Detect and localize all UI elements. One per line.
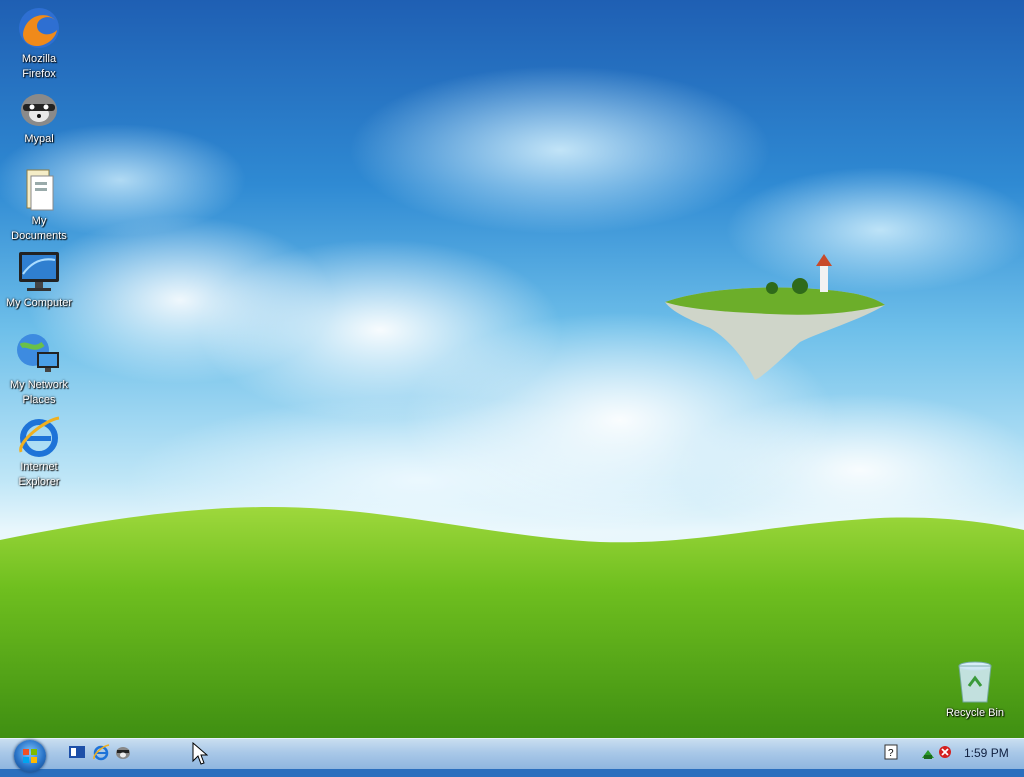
desktop-icon-label: Documents (11, 230, 67, 242)
desktop-icon-firefox[interactable]: Mozilla Firefox (0, 4, 78, 82)
taskbar (0, 738, 1024, 769)
windows-logo-icon (23, 749, 37, 763)
grass-hills (0, 507, 1024, 738)
desktop-icon-label: My (31, 215, 47, 227)
internet-explorer-icon[interactable] (92, 743, 110, 761)
my-documents-icon (26, 169, 54, 211)
desktop-icon-label: Recycle Bin (945, 707, 1005, 719)
desktop-background: Mozilla Firefox Mypal My Documents My Co… (0, 0, 1024, 738)
desktop-icon-label: Mypal (24, 133, 54, 145)
svg-text:?: ? (888, 748, 894, 759)
firefox-icon (19, 8, 59, 48)
taskbar-clock[interactable]: 1:59 PM (964, 746, 1009, 760)
desktop-icon-label: Explorer (18, 476, 60, 488)
desktop-icon-label: Firefox (22, 68, 56, 80)
mypal-icon[interactable] (114, 743, 132, 761)
internet-explorer-icon (19, 416, 60, 457)
desktop-icon-recycle-bin[interactable]: Recycle Bin (936, 658, 1014, 721)
my-network-places-icon (17, 334, 59, 372)
desktop-icon-my-documents[interactable]: My Documents (0, 166, 78, 244)
desktop-icon-label: Internet (20, 461, 58, 473)
desktop-icon-mypal[interactable]: Mypal (0, 84, 78, 147)
desktop-icon-my-computer[interactable]: My Computer (0, 248, 78, 311)
desktop-icon-label: Mozilla (21, 53, 57, 65)
recycle-bin-icon (958, 661, 992, 703)
network-icon[interactable] (920, 746, 936, 760)
floating-island (665, 254, 885, 380)
windows-start-orb-icon[interactable] (14, 740, 46, 772)
desktop-icon-label: My Network (9, 379, 69, 391)
my-computer-icon (19, 252, 59, 291)
mypal-icon (21, 94, 57, 126)
show-desktop-icon[interactable] (68, 743, 86, 761)
mouse-cursor (192, 742, 208, 765)
desktop-icon-label: Places (22, 394, 56, 406)
desktop-icon-my-network-places[interactable]: My Network Places (0, 330, 78, 408)
security-alert-icon[interactable] (938, 745, 952, 759)
desktop-icon-internet-explorer[interactable]: Internet Explorer (0, 412, 78, 490)
desktop-icon-label: My Computer (5, 297, 73, 309)
help-icon[interactable]: ? (884, 744, 898, 760)
